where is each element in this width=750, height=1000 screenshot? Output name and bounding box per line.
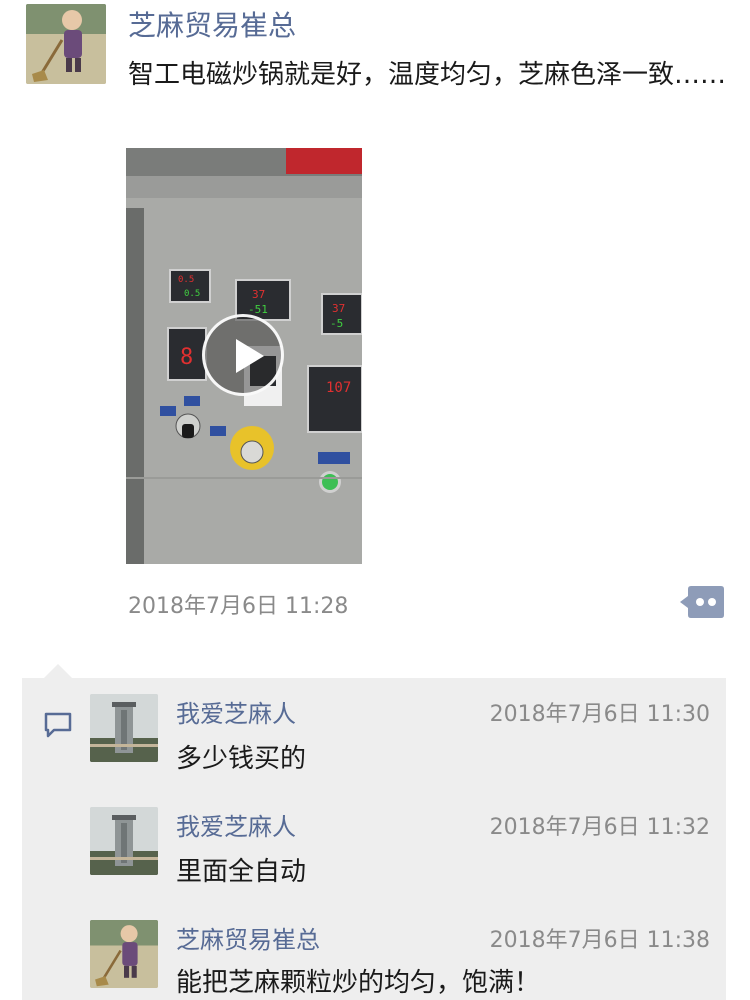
comment-bubble-icon xyxy=(44,712,72,738)
post-text: 智工电磁炒锅就是好，温度均匀，芝麻色泽一致…… xyxy=(128,60,727,90)
readout-4: 37 xyxy=(332,302,345,315)
author-avatar[interactable] xyxy=(26,4,106,84)
comment-avatar-tower[interactable] xyxy=(90,694,158,762)
monk-avatar-image xyxy=(90,920,158,988)
comment-avatar-monk[interactable] xyxy=(90,920,158,988)
readout-1: 0.5 xyxy=(178,275,194,285)
comment-timestamp: 2018年7月6日 11:30 xyxy=(489,702,710,727)
comments-pointer xyxy=(44,664,72,678)
comment-author-name[interactable]: 我爱芝麻人 xyxy=(176,694,296,729)
post-author-name[interactable]: 芝麻贸易崔总 xyxy=(128,4,296,44)
post-timestamp: 2018年7月6日 11:28 xyxy=(128,594,349,619)
monk-avatar-image xyxy=(26,4,106,84)
video-thumbnail[interactable]: 0.5 0.5 37 -51 37 -5 8 107 xyxy=(126,148,362,564)
comment-timestamp: 2018年7月6日 11:32 xyxy=(489,815,710,840)
comment-author-name[interactable]: 芝麻贸易崔总 xyxy=(176,920,320,955)
tower-avatar-image xyxy=(90,807,158,875)
comment-timestamp: 2018年7月6日 11:38 xyxy=(489,928,710,953)
svg-text:0.5: 0.5 xyxy=(184,289,200,299)
ellipsis-icon[interactable] xyxy=(680,586,724,618)
readout-6: 8 xyxy=(180,345,193,370)
readout-5: -5 xyxy=(330,317,343,330)
readout-7: 107 xyxy=(326,380,351,396)
comment-author-name[interactable]: 我爱芝麻人 xyxy=(176,807,296,842)
tower-avatar-image xyxy=(90,694,158,762)
play-icon[interactable] xyxy=(202,314,284,396)
comment-text[interactable]: 里面全自动 xyxy=(176,851,306,888)
readout-2: 37 xyxy=(252,288,265,301)
comment-text[interactable]: 多少钱买的 xyxy=(176,738,306,775)
comment-text[interactable]: 能把芝麻颗粒炒的均匀，饱满！ xyxy=(176,962,540,999)
comment-avatar-tower[interactable] xyxy=(90,807,158,875)
